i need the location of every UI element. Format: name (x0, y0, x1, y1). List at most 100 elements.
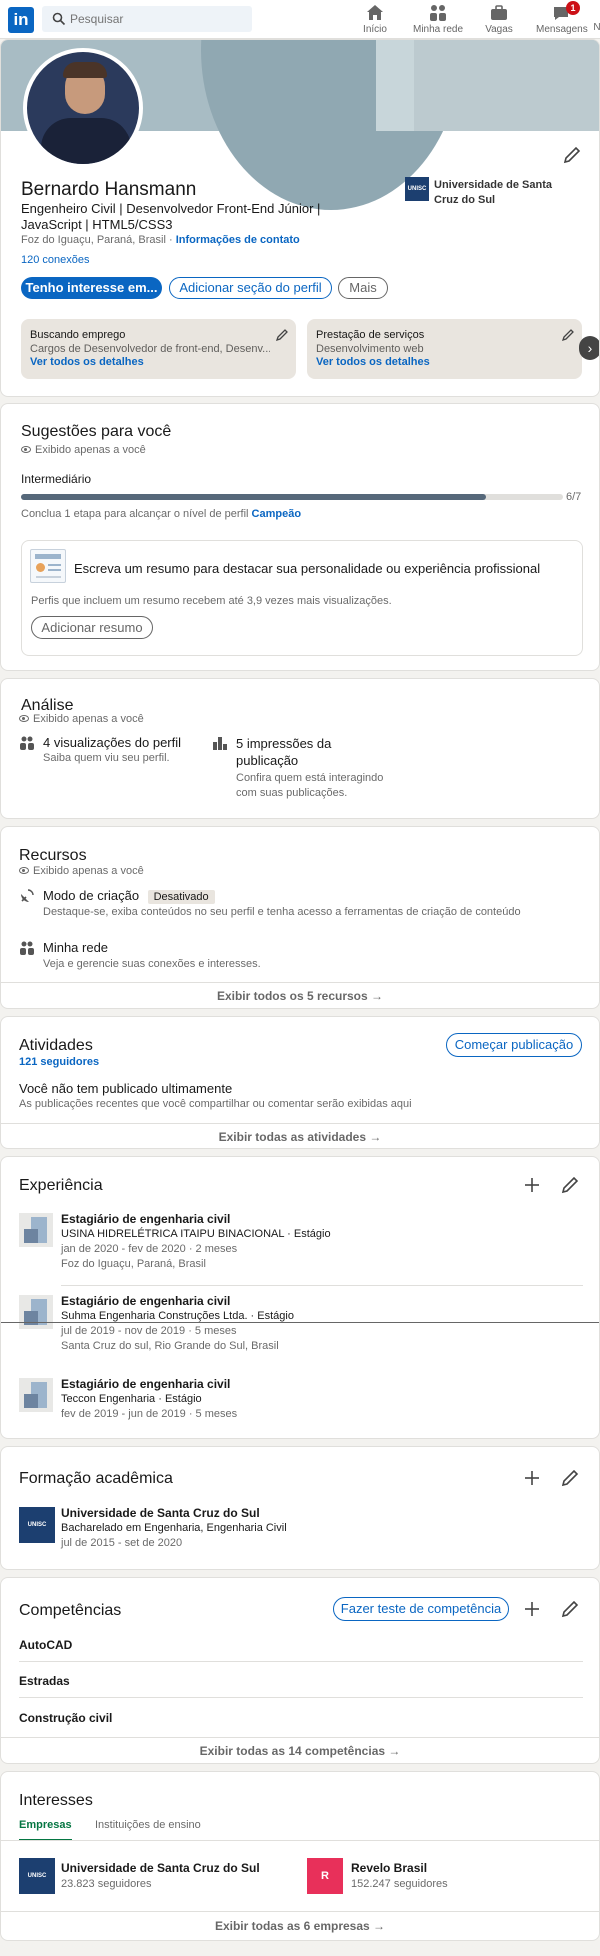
search-box[interactable] (42, 6, 252, 32)
private-note: Exibido apenas a você (19, 865, 144, 877)
people-icon (20, 941, 34, 955)
messages-badge: 1 (566, 1, 580, 15)
nav-network[interactable]: Minha rede (412, 3, 464, 35)
network-icon (430, 5, 446, 21)
top-education[interactable]: Universidade de Santa Cruz do Sul (434, 178, 574, 208)
briefcase-icon (491, 5, 507, 20)
eye-icon (19, 867, 29, 874)
nav-network-label: Minha rede (412, 24, 464, 35)
creator-mode[interactable]: Modo de criação Desativado (43, 887, 215, 905)
start-post-button[interactable]: Começar publicação (446, 1033, 582, 1057)
edit-icon[interactable] (559, 1467, 581, 1489)
divider (1, 1911, 599, 1912)
tab-companies[interactable]: Empresas (19, 1819, 72, 1841)
interest-item[interactable]: Revelo Brasil 152.247 seguidores (351, 1860, 448, 1892)
skills-title: Competências (19, 1602, 122, 1619)
skill-item[interactable]: AutoCAD (19, 1638, 72, 1652)
job-company: USINA HIDRELÉTRICA ITAIPU BINACIONAL · E… (61, 1228, 331, 1240)
open-to-work-title: Buscando emprego (30, 329, 126, 341)
open-to-button[interactable]: Tenho interesse em... (21, 277, 162, 299)
interest-item[interactable]: Universidade de Santa Cruz do Sul 23.823… (61, 1860, 260, 1892)
profile-views-title: 4 visualizações do perfil (43, 735, 182, 750)
education-item[interactable]: Universidade de Santa Cruz do Sul Bachar… (61, 1506, 287, 1551)
degree: Bacharelado em Engenharia, Engenharia Ci… (61, 1522, 287, 1534)
suggestions-card: Sugestões para você Exibido apenas a voc… (0, 403, 600, 671)
satellite-dish-icon (21, 889, 34, 902)
linkedin-logo[interactable]: in (8, 7, 34, 33)
suggestions-title: Sugestões para você (21, 423, 172, 440)
company-logo[interactable]: UNISC (19, 1858, 55, 1894)
top-navbar: in Início Minha rede Vagas 1 Mensagens N (0, 0, 600, 39)
carousel-next-icon[interactable]: › (579, 336, 599, 360)
add-icon[interactable] (521, 1598, 543, 1620)
post-impressions[interactable]: 5 impressões da publicação Confira quem … (236, 735, 386, 801)
followers-link[interactable]: 121 seguidores (19, 1056, 99, 1068)
company-logo-icon[interactable] (19, 1295, 53, 1329)
divider (1, 1123, 599, 1124)
nav-jobs[interactable]: Vagas (484, 3, 514, 35)
level-hint-link[interactable]: Campeão (252, 508, 302, 520)
profile-photo[interactable] (23, 48, 143, 168)
job-location: Santa Cruz do sul, Rio Grande do Sul, Br… (61, 1340, 279, 1352)
job-title: Estagiário de engenharia civil (61, 1377, 231, 1391)
profile-level: Intermediário (21, 472, 92, 486)
search-input[interactable] (70, 6, 240, 32)
home-icon (367, 5, 383, 20)
experience-item[interactable]: Estagiário de engenharia civil USINA HID… (61, 1212, 331, 1272)
open-to-work-desc: Cargos de Desenvolvedor de front-end, De… (30, 343, 270, 355)
company-logo-icon[interactable] (19, 1378, 53, 1412)
edit-icon[interactable] (561, 328, 575, 342)
summary-suggestion-box: Escreva um resumo para destacar sua pers… (21, 540, 583, 656)
interest-followers: 23.823 seguidores (61, 1878, 152, 1890)
creator-mode-badge: Desativado (147, 890, 215, 904)
more-button[interactable]: Mais (338, 277, 388, 299)
post-impressions-desc: Confira quem está interagindo com suas p… (236, 772, 384, 799)
open-to-work-link[interactable]: Ver todos os detalhes (30, 356, 144, 368)
people-icon (20, 736, 34, 750)
show-all-interests-link[interactable]: Exibir todas as 6 empresas → (1, 1919, 599, 1933)
company-logo-icon[interactable] (19, 1213, 53, 1247)
add-icon[interactable] (521, 1174, 543, 1196)
my-network-title[interactable]: Minha rede (43, 940, 108, 955)
profile-name: Bernardo Hansmann (21, 179, 197, 200)
nav-home-label: Início (363, 24, 387, 35)
private-note: Exibido apenas a você (21, 444, 146, 456)
add-summary-button[interactable]: Adicionar resumo (31, 616, 153, 639)
progress-label: 6/7 (566, 491, 582, 503)
show-all-skills-link[interactable]: Exibir todas as 14 competências → (1, 1744, 599, 1758)
experience-item[interactable]: Estagiário de engenharia civil Suhma Eng… (61, 1294, 294, 1354)
edit-icon[interactable] (559, 1598, 581, 1620)
summary-illustration-icon (30, 549, 66, 583)
company-logo[interactable]: R (307, 1858, 343, 1894)
profile-headline: Engenheiro Civil | Desenvolvedor Front-E… (21, 201, 321, 232)
no-posts-title: Você não tem publicado ultimamente (19, 1081, 233, 1096)
nav-messages[interactable]: 1 Mensagens (536, 1, 588, 35)
edit-profile-icon[interactable] (561, 144, 583, 166)
education-logo[interactable]: UNISC (405, 177, 429, 201)
open-to-work-box[interactable]: Buscando emprego Cargos de Desenvolvedor… (21, 319, 296, 379)
skill-item[interactable]: Estradas (19, 1674, 70, 1688)
school-logo[interactable]: UNISC (19, 1507, 55, 1543)
providing-services-box[interactable]: Prestação de serviços Desenvolvimento we… (307, 319, 582, 379)
show-all-activity-link[interactable]: Exibir todas as atividades → (1, 1130, 599, 1144)
job-company: Teccon Engenharia · Estágio (61, 1393, 202, 1405)
services-link[interactable]: Ver todos os detalhes (316, 356, 430, 368)
show-all-resources-link[interactable]: Exibir todos os 5 recursos → (1, 989, 599, 1003)
edit-icon[interactable] (559, 1174, 581, 1196)
edit-icon[interactable] (275, 328, 289, 342)
nav-home[interactable]: Início (360, 3, 390, 35)
profile-views[interactable]: 4 visualizações do perfil Saiba quem viu… (43, 735, 181, 764)
skill-assessment-button[interactable]: Fazer teste de competência (333, 1597, 509, 1621)
nav-notifications[interactable]: N (592, 22, 600, 33)
contact-info-link[interactable]: Informações de contato (176, 234, 300, 246)
add-icon[interactable] (521, 1467, 543, 1489)
tab-schools[interactable]: Instituições de ensino (95, 1819, 201, 1831)
add-section-button[interactable]: Adicionar seção do perfil (169, 277, 332, 299)
connections-link[interactable]: 120 conexões (21, 254, 90, 266)
skill-item[interactable]: Construção civil (19, 1711, 112, 1725)
profile-views-desc: Saiba quem viu seu perfil. (43, 752, 170, 764)
location-text: Foz do Iguaçu, Paraná, Brasil · (21, 234, 173, 246)
search-icon (52, 12, 66, 26)
interest-name: Universidade de Santa Cruz do Sul (61, 1861, 260, 1875)
experience-item[interactable]: Estagiário de engenharia civil Teccon En… (61, 1377, 237, 1422)
